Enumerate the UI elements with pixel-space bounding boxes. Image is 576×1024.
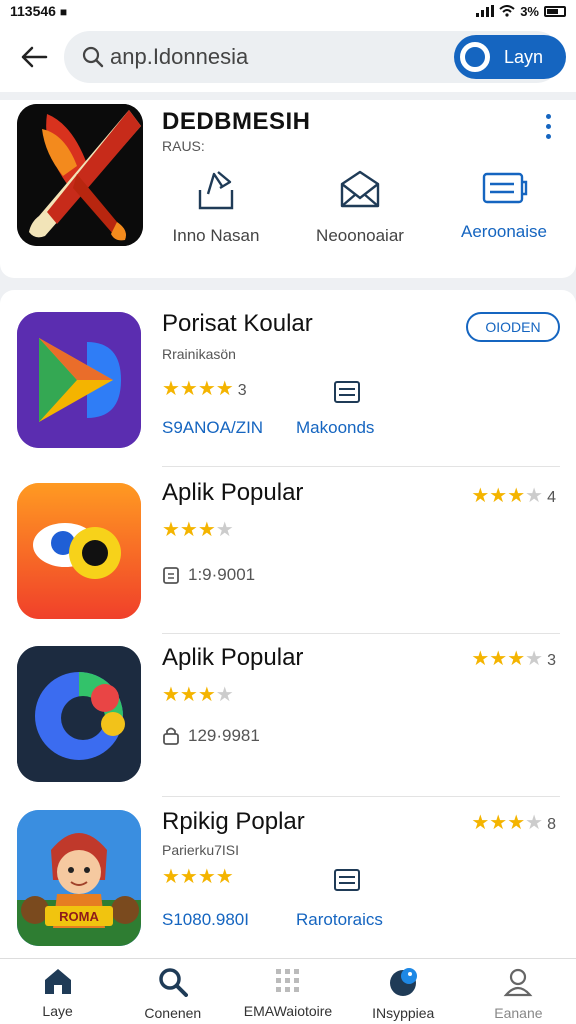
app-link[interactable]: Makoonds [296,418,374,438]
layout-toggle[interactable]: Layn [454,35,566,79]
app-rating: ★★★★ [162,866,234,888]
toggle-knob [460,42,490,72]
nav-apps-label: EMAWaiotoire [243,1003,333,1019]
app-meta-text: 1:9·9001 [188,565,256,584]
list-icon [333,868,361,897]
search-icon [82,46,104,68]
nav-profile[interactable]: Eanane [461,959,576,1024]
app-rating-right: ★★★★ 3 [471,648,556,670]
list-item[interactable]: Aplik Popular ★★★★ ★★★★ 4 1:9·9001 [0,467,576,634]
app-name: Rpikig Poplar [162,808,305,835]
app-name: Aplik Popular [162,644,304,671]
back-arrow-icon[interactable] [14,37,54,77]
app-rating-right: ★★★★ 8 [471,812,556,834]
signal-icon [476,5,495,17]
status-time: 113546 ■ [10,3,68,19]
app-meta: 129·9981 [162,726,260,746]
search-icon [159,968,188,997]
list-icon [333,380,361,409]
app-name: Aplik Popular [162,479,304,506]
list-item[interactable]: ROMA Rpikig Poplar Parierku7ISI ★★★★ ★★★… [0,798,576,958]
search-bar[interactable]: Layn [64,31,566,83]
app-meta: 1:9·9001 [162,565,255,585]
nav-profile-label: Eanane [494,1005,543,1021]
notification-icon [390,968,418,996]
divider [162,796,560,797]
toggle-label: Layn [504,46,544,67]
action-mail-label: Neoonoaiar [316,226,404,245]
nav-home[interactable]: Laye [0,959,115,1024]
status-icons: 3% [476,4,566,19]
nav-search-label: Conenen [144,1005,202,1021]
nav-home-label: Laye [42,1003,73,1019]
header: Layn [0,22,576,92]
app-icon-play [17,312,141,448]
search-input[interactable] [110,44,410,70]
featured-app-subtitle: RAUS: [162,138,205,154]
wifi-icon [499,5,515,17]
more-options-icon[interactable] [546,114,554,139]
action-share-label: Inno Nasan [172,226,260,245]
action-folder[interactable]: Aeroonaise [434,168,574,242]
app-developer: Parierku7ISI [162,842,240,858]
app-link[interactable]: Rarotoraics [296,910,383,930]
action-share[interactable]: Inno Nasan [146,168,286,246]
list-item[interactable]: Porisat Koular Rrainikasön ★★★★ 3 S9ANOA/… [0,290,576,467]
app-rating-right: ★★★★ 4 [471,485,556,507]
featured-app-card: DEDBMESIH RAUS: Inno Nasan Neoonoaiar Ae… [0,100,576,278]
app-name: Porisat Koular [162,310,313,337]
action-mail[interactable]: Neoonoaiar [290,168,430,246]
lock-icon [163,727,179,745]
app-rating: ★★★★ [162,684,234,706]
app-rating: ★★★★ [162,519,234,541]
battery-icon [544,5,566,17]
apps-grid-icon [276,969,299,992]
status-bar: 113546 ■ 3% [0,0,576,22]
app-meta-text: 129·9981 [188,726,260,745]
nav-apps[interactable]: EMAWaiotoire [230,959,345,1024]
open-button[interactable]: OIODEN [466,312,560,342]
profile-icon [504,968,533,997]
app-meta: S9ANOA/ZIN [162,418,264,437]
app-icon-game: ROMA [17,810,141,946]
featured-app-icon[interactable] [17,104,143,246]
app-list: Porisat Koular Rrainikasön ★★★★ 3 S9ANOA/… [0,290,576,958]
battery-percent: 3% [520,3,539,19]
nav-search[interactable]: Conenen [115,959,230,1024]
app-icon-eyes [17,483,141,619]
app-meta: S1080.980I [162,910,249,929]
game-logo: ROMA [59,909,99,924]
share-icon [198,171,234,210]
featured-app-title: DEDBMESIH [162,108,311,135]
nav-notifications[interactable]: INsyppiea [346,959,461,1024]
mail-icon [340,170,380,208]
app-rating: ★★★★ 3 [162,378,247,400]
app-icon-ring [17,646,141,782]
folder-icon [482,172,528,204]
home-icon [44,969,71,994]
app-developer: Rrainikasön [162,346,236,362]
action-folder-label: Aeroonaise [460,222,547,241]
list-item[interactable]: Aplik Popular ★★★★ ★★★★ 3 129·9981 [0,634,576,797]
lock-icon [163,567,179,584]
nav-notifications-label: INsyppiea [372,1005,435,1021]
bottom-navigation: Laye Conenen EMAWaiotoire INsyppiea Eana… [0,958,576,1024]
